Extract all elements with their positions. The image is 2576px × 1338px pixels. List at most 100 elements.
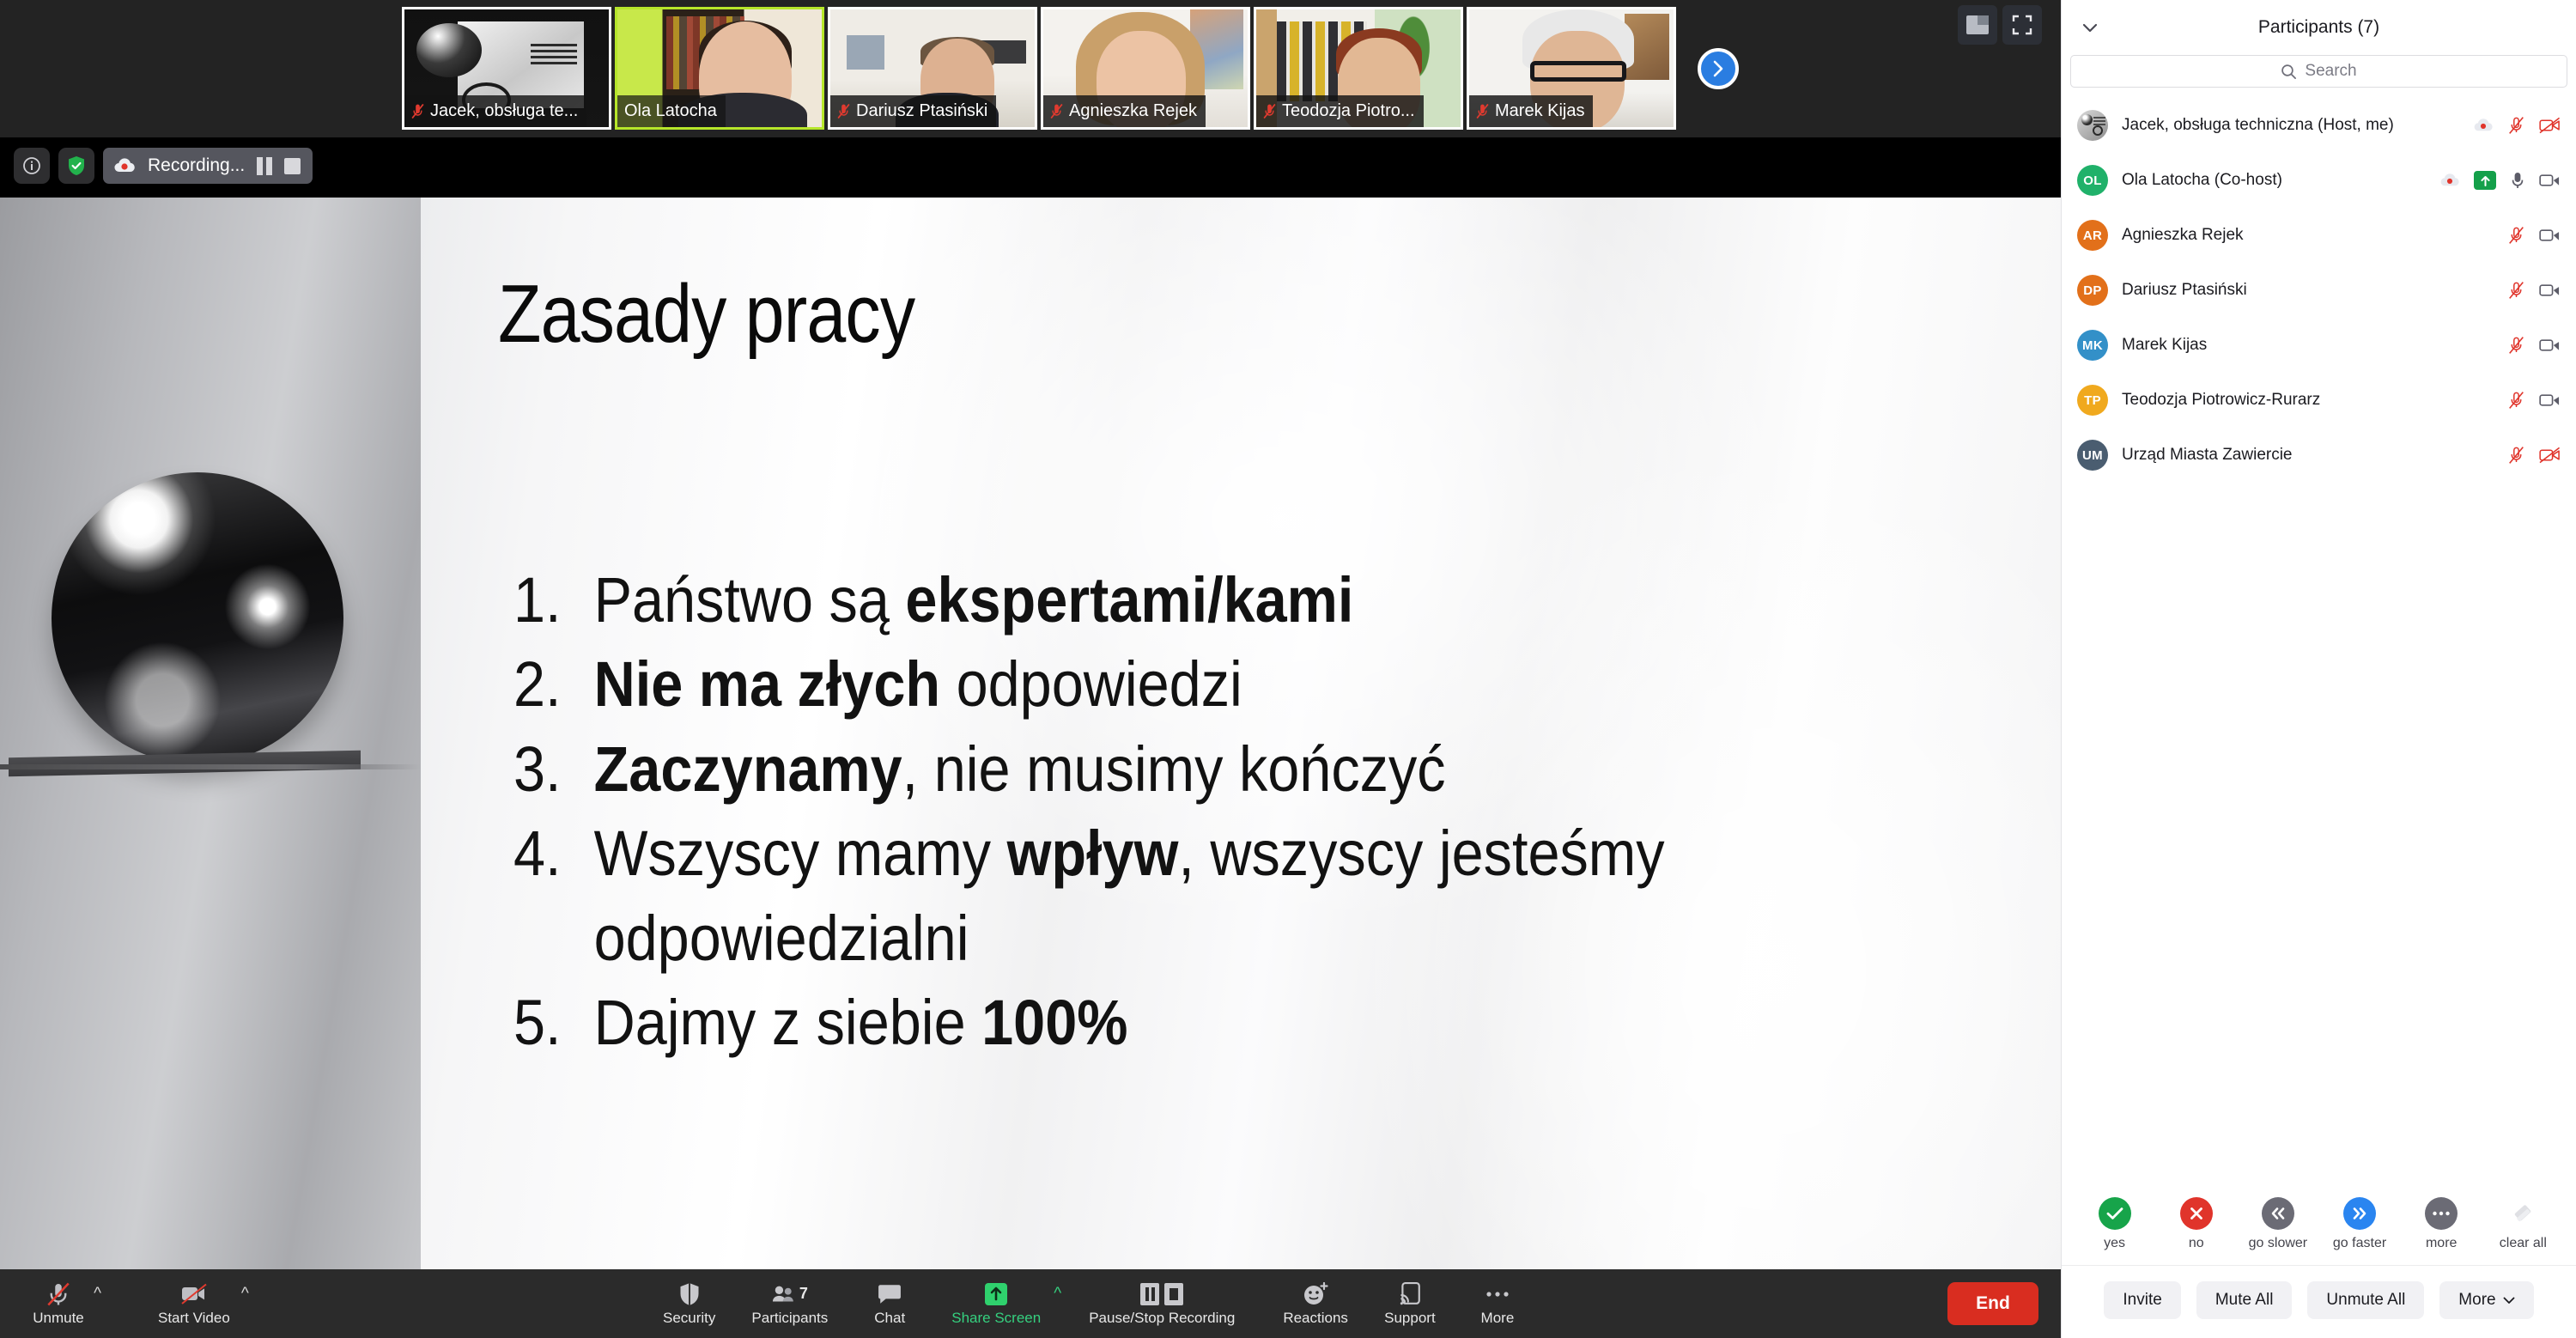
- avatar: TP: [2077, 385, 2108, 416]
- participants-button[interactable]: 7 Participants: [741, 1269, 838, 1338]
- video-off-icon: [180, 1281, 208, 1307]
- end-meeting-button[interactable]: End: [1947, 1282, 2038, 1325]
- chat-button[interactable]: Chat: [854, 1269, 926, 1338]
- video-on-icon[interactable]: [2539, 228, 2561, 243]
- participant-row[interactable]: OL Ola Latocha (Co-host): [2062, 153, 2576, 208]
- mic-muted-icon: [411, 103, 424, 119]
- check-icon: [2098, 1197, 2131, 1230]
- start-video-button[interactable]: Start Video ^: [148, 1269, 249, 1338]
- share-screen-icon: [983, 1281, 1009, 1307]
- video-on-icon[interactable]: [2539, 338, 2561, 353]
- participant-name: Urząd Miasta Zawiercie: [2122, 446, 2293, 464]
- security-button[interactable]: Security: [653, 1269, 726, 1338]
- video-thumbnail[interactable]: Dariusz Ptasiński: [828, 7, 1037, 130]
- rule-text-emphasis: 100%: [981, 987, 1128, 1059]
- video-on-icon[interactable]: [2539, 173, 2561, 188]
- info-icon: [23, 157, 40, 174]
- panel-more-button[interactable]: More: [2439, 1281, 2534, 1319]
- mic-muted-icon[interactable]: [2507, 446, 2525, 465]
- video-on-icon[interactable]: [2539, 283, 2561, 298]
- video-on-icon[interactable]: [2539, 392, 2561, 408]
- toolbar-left-group: Unmute ^ Start Video ^: [22, 1269, 249, 1338]
- search-container: Search: [2062, 55, 2576, 88]
- chat-label: Chat: [874, 1309, 906, 1326]
- share-options-caret-icon[interactable]: ^: [1054, 1285, 1061, 1304]
- participants-list: Jacek, obsługa techniczna (Host, me) OL …: [2062, 88, 2576, 1185]
- mic-muted-icon[interactable]: [2507, 336, 2525, 355]
- slide-list-item: Wszyscy mamy wpływ, wszyscy jesteśmy odp…: [513, 812, 1860, 981]
- participant-name: Teodozja Piotrowicz-Rurarz: [2122, 391, 2321, 409]
- participant-row[interactable]: MK Marek Kijas: [2062, 318, 2576, 373]
- unmute-all-button[interactable]: Unmute All: [2307, 1281, 2425, 1319]
- participant-name: Marek Kijas: [2122, 336, 2208, 354]
- participant-row[interactable]: TP Teodozja Piotrowicz-Rurarz: [2062, 373, 2576, 428]
- video-thumbnail[interactable]: Ola Latocha: [615, 7, 824, 130]
- collapse-panel-button[interactable]: [2081, 19, 2099, 38]
- filmstrip-view-controls: [1958, 5, 2042, 45]
- support-button[interactable]: Support: [1374, 1269, 1446, 1338]
- mic-on-icon[interactable]: [2510, 171, 2525, 190]
- reaction-go-slower-button[interactable]: go slower: [2242, 1197, 2314, 1251]
- video-thumbnail[interactable]: Agnieszka Rejek: [1041, 7, 1250, 130]
- slide-text-area: Zasady pracy Państwo są ekspertami/kami …: [421, 198, 2061, 1269]
- pause-recording-button[interactable]: [257, 156, 273, 175]
- reaction-more-button[interactable]: more: [2405, 1197, 2477, 1251]
- shield-check-icon: [69, 156, 84, 175]
- meeting-info-button[interactable]: [14, 148, 50, 184]
- stop-recording-button[interactable]: [284, 157, 301, 174]
- reaction-clear-all-label: clear all: [2499, 1236, 2547, 1250]
- video-filmstrip: Jacek, obsługa te... Ola Latocha Dariusz…: [0, 0, 2061, 137]
- mic-muted-icon[interactable]: [2507, 226, 2525, 245]
- mic-muted-icon[interactable]: [2507, 116, 2525, 135]
- rule-text-tail: odpowiedzi: [940, 648, 1242, 721]
- mic-muted-icon[interactable]: [2507, 281, 2525, 300]
- mic-muted-icon[interactable]: [2507, 391, 2525, 410]
- reaction-go-faster-button[interactable]: go faster: [2324, 1197, 2396, 1251]
- slide-list-item: Państwo są ekspertami/kami: [513, 558, 1860, 643]
- thumbnail-name-chip: Agnieszka Rejek: [1043, 95, 1206, 127]
- participant-row[interactable]: UM Urząd Miasta Zawiercie: [2062, 428, 2576, 483]
- avatar-initials: DP: [2083, 283, 2102, 298]
- thumbnail-name-chip: Teodozja Piotro...: [1256, 95, 1424, 127]
- mic-muted-icon: [1050, 103, 1063, 119]
- invite-button[interactable]: Invite: [2104, 1281, 2181, 1319]
- reactions-button[interactable]: Reactions: [1273, 1269, 1358, 1338]
- participant-row[interactable]: Jacek, obsługa techniczna (Host, me): [2062, 98, 2576, 153]
- recording-indicator: Recording...: [103, 148, 313, 184]
- more-options-button[interactable]: More: [1461, 1269, 1534, 1338]
- video-thumbnail[interactable]: Jacek, obsługa te...: [402, 7, 611, 130]
- search-input[interactable]: Search: [2070, 55, 2567, 88]
- reactions-label: Reactions: [1283, 1309, 1348, 1326]
- participant-row[interactable]: DP Dariusz Ptasiński: [2062, 263, 2576, 318]
- video-options-caret-icon[interactable]: ^: [241, 1285, 249, 1304]
- reaction-go-slower-label: go slower: [2248, 1236, 2308, 1250]
- search-icon: [2281, 64, 2297, 79]
- reaction-no-label: no: [2188, 1236, 2204, 1250]
- participant-row[interactable]: AR Agnieszka Rejek: [2062, 208, 2576, 263]
- participant-status-icons: [2507, 226, 2564, 245]
- pause-stop-recording-button[interactable]: Pause/Stop Recording: [1078, 1269, 1245, 1338]
- security-status-button[interactable]: [58, 148, 94, 184]
- chevron-right-icon: [1713, 60, 1723, 77]
- avatar-initials: TP: [2084, 392, 2101, 408]
- avatar-initials: MK: [2082, 338, 2103, 353]
- audio-options-caret-icon[interactable]: ^: [94, 1285, 101, 1304]
- video-thumbnail[interactable]: Teodozja Piotro...: [1254, 7, 1463, 130]
- cloud-recording-icon: [2474, 119, 2493, 131]
- video-off-icon[interactable]: [2539, 117, 2561, 134]
- reaction-yes-button[interactable]: yes: [2079, 1197, 2151, 1251]
- thumbnail-name: Marek Kijas: [1495, 101, 1585, 120]
- unmute-button[interactable]: Unmute ^: [22, 1269, 101, 1338]
- view-layout-icon: [1966, 15, 1989, 34]
- reaction-no-button[interactable]: no: [2160, 1197, 2233, 1251]
- reaction-clear-all-button[interactable]: clear all: [2487, 1197, 2559, 1251]
- video-off-icon[interactable]: [2539, 447, 2561, 464]
- fullscreen-button[interactable]: [2002, 5, 2042, 45]
- video-thumbnail[interactable]: Marek Kijas: [1467, 7, 1676, 130]
- mute-all-button[interactable]: Mute All: [2196, 1281, 2293, 1319]
- chat-icon: [878, 1281, 902, 1307]
- share-screen-button[interactable]: Share Screen ^: [941, 1269, 1061, 1338]
- view-layout-button[interactable]: [1958, 5, 1997, 45]
- reactions-bar: yes no go slower go faster more clear al…: [2062, 1185, 2576, 1266]
- next-page-button[interactable]: [1698, 48, 1739, 89]
